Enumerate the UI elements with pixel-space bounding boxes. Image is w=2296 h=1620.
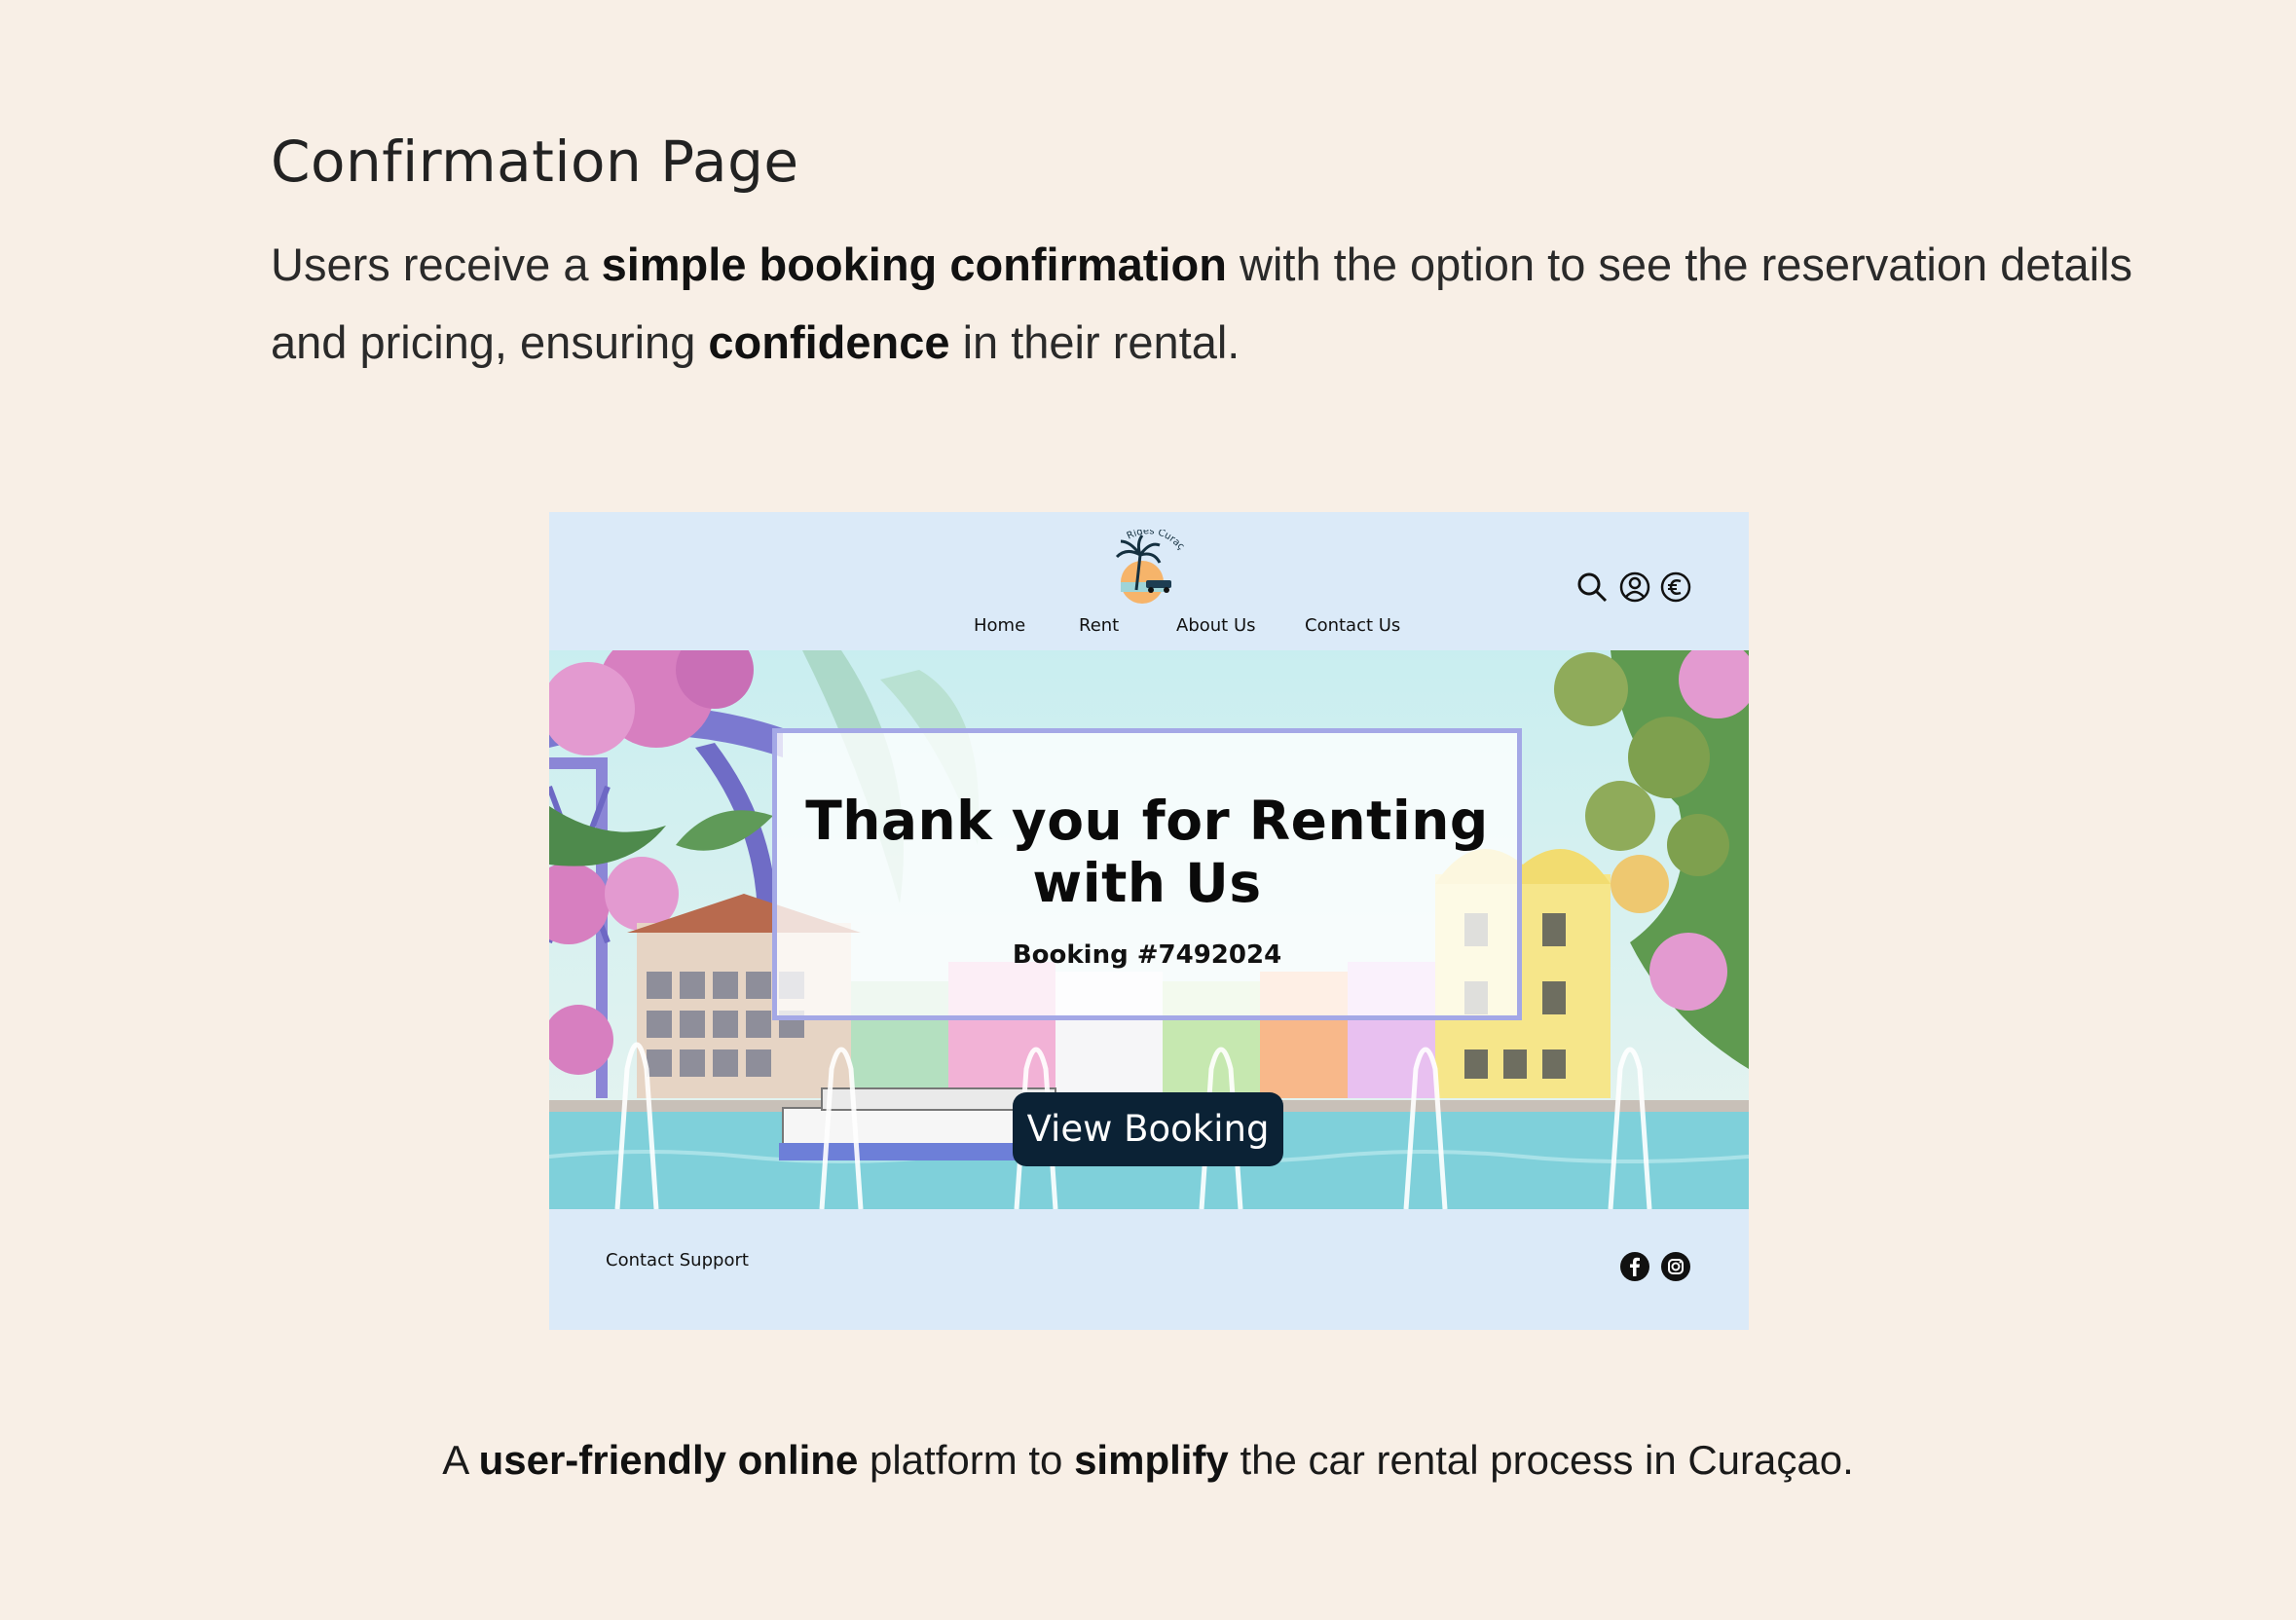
tagline-text-3: the car rental process in Curaçao. [1228,1437,1854,1483]
contact-support-link[interactable]: Contact Support [606,1250,749,1270]
desc-text-3: in their rental. [949,316,1241,368]
site-header: Rides Curaçao Home Rent About Us Contact… [549,512,1749,650]
desc-bold-2: confidence [708,316,950,368]
nav-about-us[interactable]: About Us [1176,615,1256,636]
nav-rent[interactable]: Rent [1079,615,1119,636]
confirmation-title: Thank you for Renting with Us [777,790,1517,914]
confirmation-card: Thank you for Renting with Us Booking #7… [772,728,1522,1020]
title-line-2: with Us [1032,852,1262,914]
website-mockup: Rides Curaçao Home Rent About Us Contact… [549,512,1749,1330]
nav-contact-us[interactable]: Contact Us [1305,615,1400,636]
tagline-bold-1: user-friendly online [478,1437,859,1483]
tagline-bold-2: simplify [1074,1437,1229,1483]
user-icon[interactable] [1618,571,1651,604]
view-booking-button[interactable]: View Booking [1013,1092,1283,1166]
instagram-icon[interactable] [1661,1252,1690,1281]
desc-bold-1: simple booking confirmation [601,239,1227,290]
search-icon[interactable] [1575,571,1609,604]
facebook-icon[interactable] [1620,1252,1649,1281]
palm-tree-car-logo[interactable]: Rides Curaçao [1107,530,1189,604]
euro-currency-icon[interactable] [1659,571,1692,604]
page-title: Confirmation Page [271,129,799,195]
desc-text-1: Users receive a [271,239,602,290]
hero-banner: Thank you for Renting with Us Booking #7… [549,650,1749,1209]
title-line-1: Thank you for Renting [805,790,1489,852]
nav-home[interactable]: Home [974,615,1025,636]
site-footer: Contact Support [549,1209,1749,1330]
tagline-text-2: platform to [858,1437,1075,1483]
section-description: Users receive a simple booking confirmat… [271,226,2140,382]
main-nav: Home Rent About Us Contact Us [549,615,1749,644]
booking-number: Booking #7492024 [1012,940,1282,970]
tagline-text-1: A [442,1437,479,1483]
header-icons [1575,571,1702,606]
project-tagline: A user-friendly online platform to simpl… [0,1437,2296,1484]
